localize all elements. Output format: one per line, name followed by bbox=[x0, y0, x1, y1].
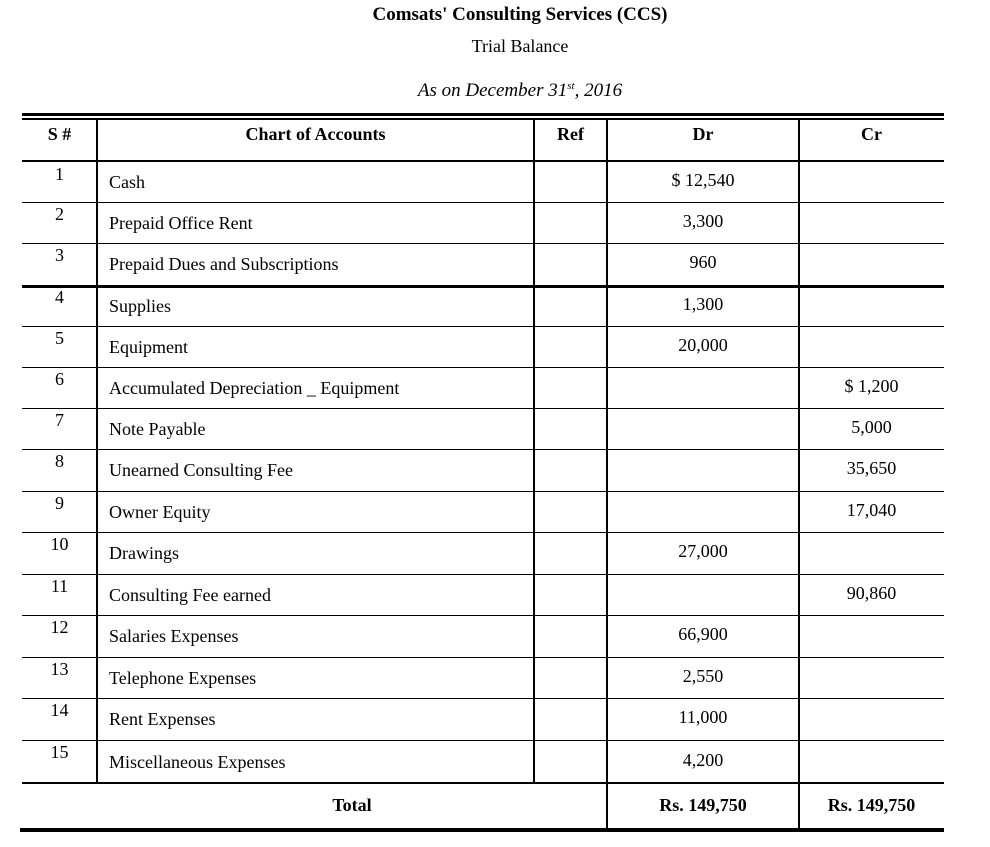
date-ordinal-suffix: st bbox=[567, 80, 575, 92]
row-account-name: Prepaid Dues and Subscriptions bbox=[109, 254, 339, 274]
row-divider bbox=[22, 449, 944, 450]
row-debit-amount: 27,000 bbox=[678, 541, 728, 561]
total-label: Total bbox=[332, 795, 372, 815]
row-divider bbox=[22, 615, 944, 616]
row-divider bbox=[22, 408, 944, 409]
row-serial-number: 2 bbox=[55, 204, 64, 224]
top-double-rule-inner bbox=[22, 118, 944, 120]
row-debit-amount: $ 12,540 bbox=[671, 170, 735, 190]
row-account-name: Unearned Consulting Fee bbox=[109, 460, 293, 480]
column-header-cr: Cr bbox=[861, 124, 882, 144]
row-credit-amount: 90,860 bbox=[846, 583, 897, 603]
row-account-name: Owner Equity bbox=[109, 502, 211, 522]
row-debit-amount: 2,550 bbox=[682, 666, 724, 686]
row-credit-amount: 5,000 bbox=[851, 417, 892, 437]
statement-date: As on December 31st, 2016 bbox=[0, 80, 990, 102]
row-account-name: Drawings bbox=[109, 543, 179, 563]
top-double-rule-outer bbox=[22, 113, 944, 116]
row-divider bbox=[22, 285, 944, 288]
row-serial-number: 14 bbox=[50, 700, 69, 720]
row-account-name: Prepaid Office Rent bbox=[109, 213, 253, 233]
row-serial-number: 3 bbox=[55, 245, 64, 265]
total-cr: Rs. 149,750 bbox=[827, 795, 916, 815]
row-serial-number: 7 bbox=[55, 410, 64, 430]
row-account-name: Accumulated Depreciation _ Equipment bbox=[109, 378, 400, 398]
row-account-name: Note Payable bbox=[109, 419, 206, 439]
row-divider bbox=[22, 698, 944, 699]
row-divider bbox=[22, 367, 944, 368]
column-header-dr: Dr bbox=[692, 124, 714, 144]
row-debit-amount: 3,300 bbox=[682, 211, 724, 231]
row-serial-number: 15 bbox=[50, 742, 69, 762]
divider-account-ref bbox=[533, 120, 535, 783]
row-account-name: Salaries Expenses bbox=[109, 626, 239, 646]
row-account-name: Supplies bbox=[109, 296, 172, 316]
row-divider bbox=[22, 243, 944, 244]
row-serial-number: 1 bbox=[55, 164, 64, 184]
column-header-ref: Ref bbox=[557, 124, 584, 144]
row-divider bbox=[22, 532, 944, 533]
row-serial-number: 4 bbox=[55, 287, 64, 307]
divider-sn-account bbox=[96, 120, 98, 783]
row-divider bbox=[22, 574, 944, 575]
date-prefix: As on December 31 bbox=[417, 80, 568, 101]
row-account-name: Consulting Fee earned bbox=[109, 585, 271, 605]
header-bottom-rule bbox=[22, 160, 944, 162]
divider-ref-dr bbox=[606, 120, 608, 829]
row-debit-amount: 1,300 bbox=[682, 294, 724, 314]
total-top-rule bbox=[22, 782, 944, 784]
row-account-name: Equipment bbox=[109, 337, 188, 357]
row-divider bbox=[22, 326, 944, 327]
row-serial-number: 8 bbox=[55, 451, 64, 471]
row-serial-number: 10 bbox=[50, 534, 69, 554]
row-divider bbox=[22, 657, 944, 658]
column-header-account: Chart of Accounts bbox=[245, 124, 386, 144]
row-serial-number: 9 bbox=[55, 493, 64, 513]
row-account-name: Rent Expenses bbox=[109, 709, 216, 729]
row-serial-number: 6 bbox=[55, 369, 64, 389]
row-divider bbox=[22, 202, 944, 203]
row-serial-number: 13 bbox=[50, 659, 69, 679]
date-year: , 2016 bbox=[574, 80, 623, 101]
row-divider bbox=[22, 740, 944, 741]
company-name: Comsats' Consulting Services (CCS) bbox=[372, 4, 668, 25]
row-credit-amount: $ 1,200 bbox=[844, 376, 899, 396]
row-divider bbox=[22, 491, 944, 492]
row-debit-amount: 960 bbox=[689, 252, 717, 272]
total-dr: Rs. 149,750 bbox=[659, 795, 747, 815]
statement-title: Trial Balance bbox=[471, 36, 569, 56]
row-account-name: Telephone Expenses bbox=[109, 668, 257, 688]
row-serial-number: 12 bbox=[50, 617, 69, 637]
row-credit-amount: 35,650 bbox=[846, 458, 897, 478]
row-account-name: Miscellaneous Expenses bbox=[109, 752, 286, 772]
row-debit-amount: 66,900 bbox=[678, 624, 728, 644]
row-debit-amount: 4,200 bbox=[682, 750, 724, 770]
row-debit-amount: 20,000 bbox=[678, 335, 728, 355]
column-header-sn: S # bbox=[47, 124, 72, 144]
row-serial-number: 5 bbox=[55, 328, 64, 348]
row-credit-amount: 17,040 bbox=[846, 500, 897, 520]
row-serial-number: 11 bbox=[50, 576, 69, 596]
divider-dr-cr bbox=[798, 120, 800, 829]
row-account-name: Cash bbox=[109, 172, 145, 192]
bottom-thick-rule bbox=[20, 828, 944, 832]
row-debit-amount: 11,000 bbox=[678, 707, 728, 727]
